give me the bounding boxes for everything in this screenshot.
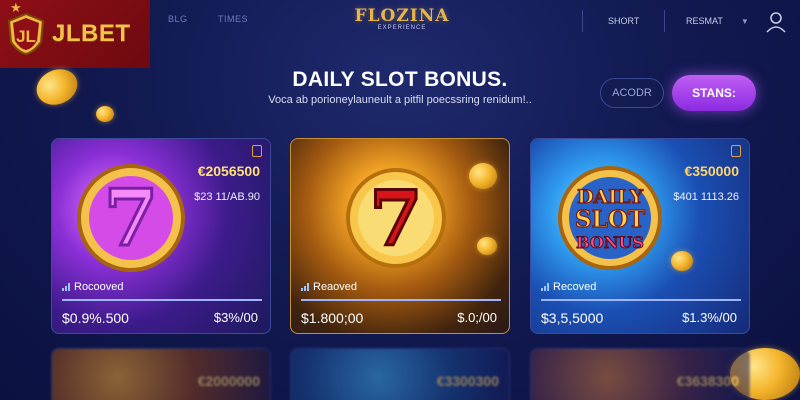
bonus-card[interactable]: €3638300 — [530, 348, 750, 400]
card-rate: $3%/00 — [213, 310, 258, 325]
nav-item-short[interactable]: SHORT — [608, 10, 639, 32]
brand-shield-icon: JL — [7, 12, 45, 56]
nav-item-short-label: SHORT — [608, 16, 640, 26]
card-amount: €2000000 — [197, 373, 260, 389]
card-subvalue: $23 11/AB.90 — [194, 191, 260, 203]
chevron-down-icon: ▼ — [740, 16, 749, 26]
bonus-card[interactable]: DAILY SLOT BONUS €350000 $401 1113.26 Re… — [530, 138, 750, 334]
secondary-button[interactable]: ACODR — [600, 78, 664, 108]
brand-badge: JL — [16, 27, 36, 46]
brand-logo[interactable]: JL JLBET — [0, 0, 150, 68]
daily-slot-bonus-emblem: DAILY SLOT BONUS — [558, 166, 662, 270]
card-balance: $3,5,5000 — [541, 310, 604, 326]
logo-wordmark: FLOZINA — [354, 6, 450, 26]
progress-bar — [62, 299, 262, 301]
card-status-label: Rocooved — [74, 281, 124, 293]
progress-fill — [62, 299, 262, 301]
bars-icon — [62, 283, 70, 291]
card-amount: €3638300 — [676, 373, 739, 389]
brand-name: JLBET — [52, 20, 131, 47]
card-status-label: Reaoved — [313, 281, 358, 293]
bars-icon — [541, 283, 549, 291]
nav-link-blg[interactable]: BLG — [168, 14, 188, 24]
nav-item-resmat[interactable]: RESMAT ▼ — [686, 10, 749, 32]
star-icon: ★ — [10, 0, 22, 15]
coin-decoration — [96, 106, 114, 122]
card-status: Recoved — [541, 281, 596, 293]
nav-link-times[interactable]: TIMES — [218, 14, 248, 24]
progress-bar — [541, 299, 741, 301]
bars-icon — [301, 283, 309, 291]
emblem-line-1: DAILY — [577, 186, 643, 208]
progress-bar — [301, 299, 501, 301]
card-balance: $1.800;00 — [301, 310, 364, 326]
card-status: Rocooved — [62, 281, 124, 293]
coin-decoration — [671, 251, 693, 271]
coin-decoration — [30, 62, 84, 112]
card-rate: $1.3%/00 — [682, 310, 737, 325]
nav-divider — [582, 10, 583, 32]
card-subvalue: $401 1113.26 — [673, 191, 739, 203]
card-status-label: Recoved — [553, 281, 597, 293]
emblem-line-2: SLOT — [575, 206, 645, 233]
svg-text:7: 7 — [370, 174, 423, 263]
card-amount: €3300300 — [436, 373, 499, 389]
card-amount: €2056500 — [197, 163, 260, 179]
progress-fill — [301, 299, 501, 301]
seven-slot-icon: 7 — [77, 164, 185, 272]
flag-icon — [731, 145, 741, 157]
page-title: DAILY SLOT BONUS. — [292, 68, 508, 91]
user-icon[interactable] — [762, 8, 790, 36]
bonus-card[interactable]: €2000000 — [51, 348, 271, 400]
seven-slot-icon: 7 — [346, 168, 446, 268]
flag-icon — [252, 145, 262, 157]
site-logo[interactable]: FLOZINA EXPERIENCE — [352, 6, 452, 31]
emblem-line-3: BONUS — [576, 233, 644, 252]
card-status: Reaoved — [301, 281, 357, 293]
top-bar: JL JLBET BLG TIMES FLOZINA EXPERIENCE SH… — [0, 0, 800, 68]
progress-fill — [541, 299, 741, 301]
card-balance: $0.9%.500 — [62, 310, 129, 326]
primary-button[interactable]: STANS: — [672, 75, 756, 111]
nav-divider — [664, 10, 665, 32]
coin-decoration — [469, 163, 497, 189]
svg-text:7: 7 — [104, 173, 158, 264]
card-rate: $.0;/00 — [457, 310, 497, 325]
coin-decoration — [477, 237, 497, 255]
bonus-card[interactable]: 7 €2056500 $23 11/AB.90 Rocooved $0.9%.5… — [51, 138, 271, 334]
page-subtitle: Voca ab porioneylauneult a pitfil poecss… — [268, 94, 532, 106]
bonus-card[interactable]: 7 Reaoved $1.800;00 $.0;/00 — [290, 138, 510, 334]
card-amount: €350000 — [684, 163, 739, 179]
bonus-card[interactable]: €3300300 — [290, 348, 510, 400]
nav-item-resmat-label: RESMAT — [686, 16, 723, 26]
